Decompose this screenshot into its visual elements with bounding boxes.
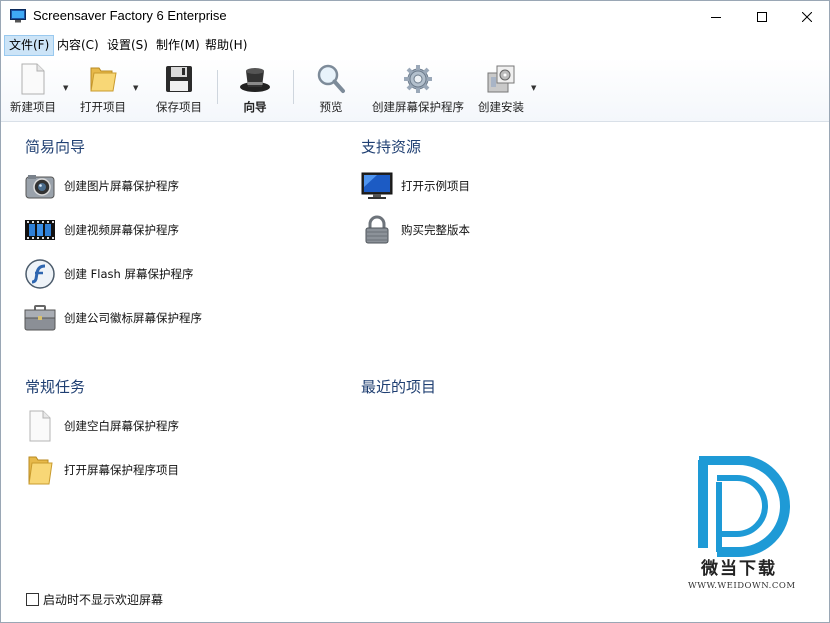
menu-content[interactable]: 内容(C) <box>53 35 103 56</box>
title-bar: Screensaver Factory 6 Enterprise <box>1 1 829 32</box>
create-blank-screensaver-task[interactable]: 创建空白屏幕保护程序 <box>24 410 179 442</box>
preview-label: 预览 <box>319 100 343 114</box>
build-installer-button[interactable]: 创建安装 <box>475 60 527 118</box>
close-icon <box>802 11 812 22</box>
magnifier-icon <box>317 64 345 93</box>
common-tasks-title: 常规任务 <box>25 378 86 396</box>
create-flash-screensaver-label: 创建 Flash 屏幕保护程序 <box>64 267 194 281</box>
menu-bar: 文件(F) 内容(C) 设置(S) 制作(M) 帮助(H) <box>1 32 829 58</box>
create-logo-screensaver-task[interactable]: 创建公司徽标屏幕保护程序 <box>24 302 202 334</box>
startup-option[interactable]: 启动时不显示欢迎屏幕 <box>26 591 163 608</box>
create-image-screensaver-label: 创建图片屏幕保护程序 <box>64 179 179 193</box>
installer-box-icon <box>487 65 515 93</box>
save-project-button[interactable]: 保存项目 <box>151 60 207 118</box>
new-document-icon <box>21 63 45 95</box>
support-title: 支持资源 <box>361 138 422 156</box>
maximize-button[interactable] <box>739 1 785 32</box>
open-screensaver-project-task[interactable]: 打开屏幕保护程序项目 <box>24 454 179 486</box>
menu-help[interactable]: 帮助(H) <box>201 35 251 56</box>
recent-projects-title: 最近的项目 <box>361 378 437 396</box>
toolbar: 新建项目 ▼ 打开项目 ▼ 保存项目 向导 预览 创建屏幕保护程序 创建安装 ▼ <box>1 58 829 122</box>
minimize-icon <box>711 16 721 18</box>
create-image-screensaver-task[interactable]: 创建图片屏幕保护程序 <box>24 170 179 202</box>
buy-full-version-label: 购买完整版本 <box>401 223 470 237</box>
preview-button[interactable]: 预览 <box>306 60 356 118</box>
build-screensaver-button[interactable]: 创建屏幕保护程序 <box>369 60 467 118</box>
maximize-icon <box>757 11 767 22</box>
camera-icon <box>25 175 55 199</box>
build-screensaver-label: 创建屏幕保护程序 <box>372 100 464 114</box>
build-installer-label: 创建安装 <box>478 100 524 114</box>
dont-show-welcome-label: 启动时不显示欢迎屏幕 <box>43 593 164 607</box>
new-project-button[interactable]: 新建项目 <box>5 60 61 118</box>
open-project-label: 打开项目 <box>80 100 126 114</box>
toolbar-separator <box>217 70 218 104</box>
gear-icon <box>404 65 432 93</box>
floppy-disk-icon <box>166 66 192 92</box>
create-flash-screensaver-task[interactable]: 创建 Flash 屏幕保护程序 <box>24 258 193 290</box>
menu-build[interactable]: 制作(M) <box>152 35 204 56</box>
close-button[interactable] <box>784 1 830 32</box>
minimize-button[interactable] <box>693 1 739 32</box>
flash-icon <box>25 259 55 289</box>
easy-wizard-title: 简易向导 <box>25 138 86 156</box>
monitor-icon <box>361 172 393 199</box>
create-blank-screensaver-label: 创建空白屏幕保护程序 <box>64 419 179 433</box>
blank-page-icon <box>29 410 51 442</box>
new-project-label: 新建项目 <box>10 100 56 114</box>
toolbar-separator <box>293 70 294 104</box>
wizard-button[interactable]: 向导 <box>229 60 281 118</box>
folder-icon <box>90 67 117 92</box>
watermark-text: 微当下载 <box>701 559 777 579</box>
open-screensaver-project-label: 打开屏幕保护程序项目 <box>64 463 179 477</box>
build-installer-dropdown-icon[interactable]: ▼ <box>531 84 539 92</box>
open-sample-project-label: 打开示例项目 <box>401 179 470 193</box>
folder-icon <box>28 456 53 485</box>
app-window: Screensaver Factory 6 Enterprise 文件(F) 内… <box>0 0 830 623</box>
dont-show-welcome-checkbox[interactable] <box>26 593 39 606</box>
open-sample-project-task[interactable]: 打开示例项目 <box>361 170 470 202</box>
open-project-button[interactable]: 打开项目 <box>75 60 131 118</box>
padlock-icon <box>365 215 389 244</box>
buy-full-version-task[interactable]: 购买完整版本 <box>361 214 470 246</box>
film-icon <box>25 220 55 240</box>
watermark-url: WWW.WEIDOWN.COM <box>688 581 796 591</box>
create-video-screensaver-task[interactable]: 创建视频屏幕保护程序 <box>24 214 179 246</box>
magic-hat-icon <box>240 68 270 92</box>
create-video-screensaver-label: 创建视频屏幕保护程序 <box>64 223 179 237</box>
app-monitor-icon <box>10 9 26 23</box>
menu-settings[interactable]: 设置(S) <box>103 35 152 56</box>
open-project-dropdown-icon[interactable]: ▼ <box>133 84 141 92</box>
new-project-dropdown-icon[interactable]: ▼ <box>63 84 71 92</box>
create-logo-screensaver-label: 创建公司徽标屏幕保护程序 <box>64 311 202 325</box>
briefcase-icon <box>24 305 56 331</box>
window-title: Screensaver Factory 6 Enterprise <box>33 8 227 23</box>
menu-file[interactable]: 文件(F) <box>4 35 55 56</box>
save-project-label: 保存项目 <box>156 100 202 114</box>
wizard-label: 向导 <box>243 100 267 114</box>
